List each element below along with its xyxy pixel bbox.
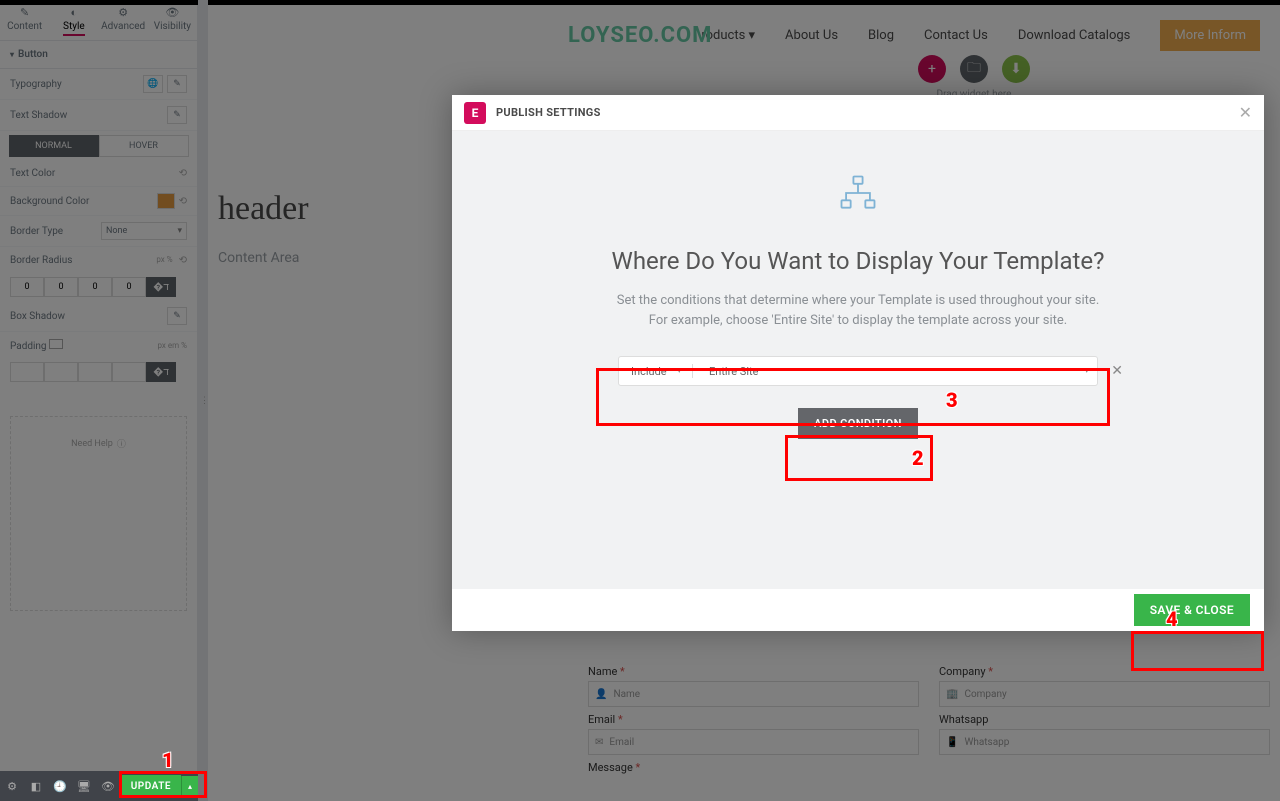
- condition-target-value: Entire Site: [709, 365, 758, 378]
- annotation-number-2: 2: [912, 446, 924, 470]
- modal-heading: Where Do You Want to Display Your Templa…: [482, 247, 1234, 275]
- chevron-down-icon: ▾: [1084, 366, 1089, 376]
- annotation-number-3: 3: [946, 388, 958, 412]
- modal-footer: SAVE & CLOSE: [452, 589, 1264, 631]
- condition-mode-select[interactable]: Include ▾: [619, 364, 699, 378]
- update-button[interactable]: UPDATE: [121, 775, 181, 798]
- annotation-number-4: 4: [1166, 607, 1178, 631]
- modal-title: PUBLISH SETTINGS: [496, 106, 601, 119]
- modal-body: Where Do You Want to Display Your Templa…: [452, 131, 1264, 589]
- responsive-mode-icon[interactable]: 🖥: [72, 780, 96, 793]
- save-close-button[interactable]: SAVE & CLOSE: [1134, 594, 1250, 626]
- condition-mode-value: Include: [631, 365, 667, 378]
- annotation-number-1: 1: [162, 748, 174, 772]
- history-icon[interactable]: 🕘: [48, 780, 72, 793]
- navigator-icon[interactable]: ◧: [24, 780, 48, 793]
- preview-icon[interactable]: 👁: [96, 780, 120, 793]
- publish-settings-modal: E PUBLISH SETTINGS ✕ Where Do You Want t…: [452, 95, 1264, 631]
- condition-target-select[interactable]: Entire Site ▾: [699, 365, 1097, 378]
- update-dropdown-button[interactable]: ▴: [181, 776, 198, 797]
- sitemap-icon: [482, 171, 1234, 219]
- editor-bottom-bar: ⚙ ◧ 🕘 🖥 👁 UPDATE ▴: [0, 771, 198, 801]
- chevron-down-icon: ▾: [677, 366, 682, 376]
- condition-remove-button[interactable]: ✕: [1111, 363, 1123, 379]
- elementor-logo-icon: E: [464, 102, 486, 124]
- modal-header: E PUBLISH SETTINGS ✕: [452, 95, 1264, 131]
- modal-close-button[interactable]: ✕: [1239, 103, 1252, 122]
- condition-row: Include▾ Entire Site▾ ✕: [618, 356, 1098, 386]
- settings-icon[interactable]: ⚙: [0, 780, 24, 793]
- modal-desc: Set the conditions that determine where …: [578, 291, 1138, 330]
- add-condition-button[interactable]: ADD CONDITION: [798, 408, 918, 439]
